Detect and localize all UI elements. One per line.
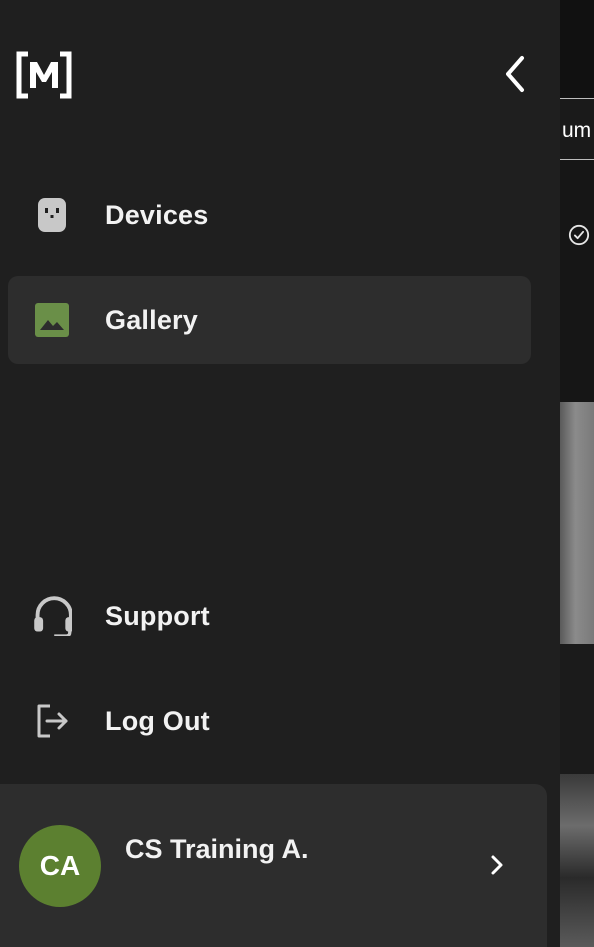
user-name: CS Training A.	[125, 834, 309, 864]
user-profile-card[interactable]: CA CS Training A.	[0, 784, 547, 947]
image-icon	[35, 303, 69, 337]
avatar: CA	[19, 825, 101, 907]
device-icon	[38, 198, 66, 232]
nav-item-logout[interactable]: Log Out	[8, 677, 531, 765]
headset-icon	[34, 596, 72, 636]
nav-item-gallery[interactable]: Gallery	[8, 276, 531, 364]
chevron-right-icon	[491, 855, 503, 875]
nav-item-label: Support	[105, 601, 210, 631]
brand-logo	[16, 51, 72, 99]
background-photo	[560, 402, 594, 644]
check-circle-icon	[568, 224, 590, 246]
background-tab-label: um	[562, 119, 592, 142]
navigation-drawer: Devices Gallery Support Log Out CA CS Tr…	[0, 0, 560, 947]
nav-item-label: Log Out	[105, 706, 210, 736]
background-divider	[560, 644, 594, 774]
background-topbar	[560, 0, 594, 98]
logout-icon	[37, 704, 68, 738]
nav-item-label: Gallery	[105, 305, 198, 335]
nav-item-label: Devices	[105, 200, 209, 230]
background-photo	[560, 774, 594, 947]
nav-item-support[interactable]: Support	[8, 572, 531, 660]
nav-item-devices[interactable]: Devices	[8, 171, 531, 259]
chevron-left-icon[interactable]	[494, 52, 538, 96]
background-app: um	[560, 0, 594, 947]
app-screen: um Devices Gallery Support Log Out CA CS…	[0, 0, 594, 947]
